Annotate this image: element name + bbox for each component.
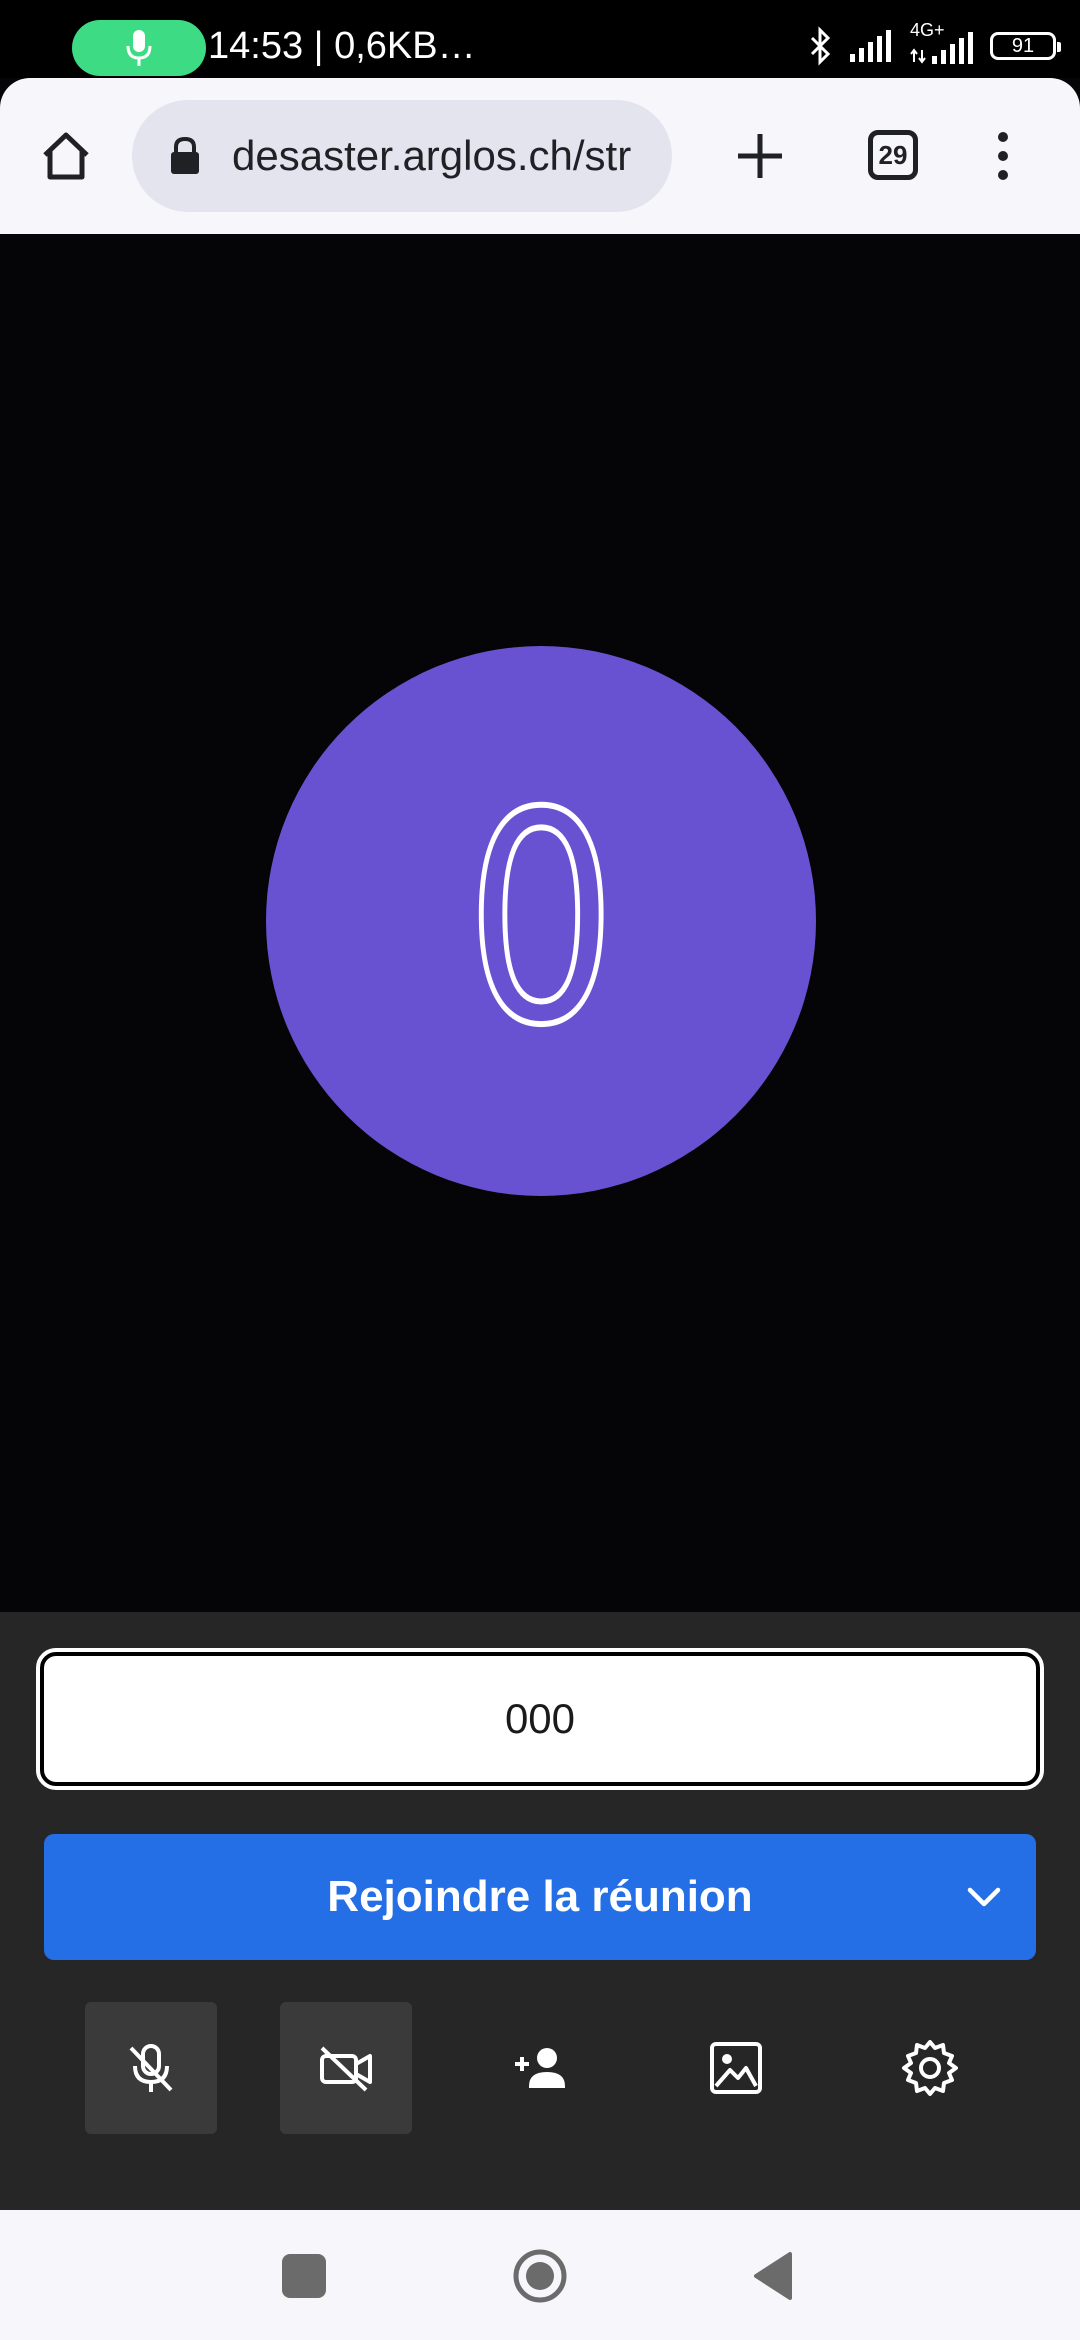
invite-button[interactable] (475, 2002, 607, 2134)
new-tab-button[interactable] (724, 120, 796, 192)
more-menu-button[interactable] (976, 120, 1030, 192)
display-name-input[interactable] (36, 1648, 1044, 1790)
microphone-icon (126, 30, 152, 66)
mic-active-indicator[interactable] (72, 20, 206, 76)
avatar: 0 (266, 646, 816, 1196)
settings-button[interactable] (864, 2002, 996, 2134)
join-meeting-button[interactable]: Rejoindre la réunion (44, 1834, 1036, 1960)
join-meeting-label: Rejoindre la réunion (327, 1872, 753, 1921)
prejoin-panel: Rejoindre la réunion (0, 1612, 1080, 2210)
tab-switcher-button[interactable]: 29 (868, 130, 918, 180)
image-icon (710, 2042, 762, 2094)
browser-toolbar: desaster.arglos.ch/str 29 (0, 78, 1080, 234)
plus-icon (738, 134, 782, 178)
chevron-down-icon[interactable] (962, 1875, 1006, 1919)
signal-icon (850, 30, 891, 62)
status-bar: 14:53 | 0,6KB… 4G+ 91 (0, 0, 1080, 78)
back-nav-button[interactable] (752, 2250, 794, 2302)
signal-4g-icon: 4G+ (910, 20, 976, 66)
video-preview: 0 (0, 234, 1080, 1612)
battery-icon: 91 (990, 32, 1061, 60)
home-icon (43, 132, 89, 180)
video-off-icon (320, 2046, 372, 2092)
url-text: desaster.arglos.ch/str (232, 132, 632, 179)
more-vert-icon (998, 132, 1008, 180)
camera-toggle-button[interactable] (280, 2002, 412, 2134)
lock-icon (171, 136, 199, 174)
status-icons: 4G+ 91 (808, 20, 1061, 70)
system-navigation-bar (0, 2210, 1080, 2340)
recent-apps-button[interactable] (282, 2254, 326, 2298)
address-bar[interactable]: desaster.arglos.ch/str (132, 100, 672, 212)
gear-icon (902, 2040, 958, 2096)
status-time: 14:53 | 0,6KB… (208, 25, 476, 67)
home-nav-button[interactable] (512, 2248, 568, 2304)
bluetooth-icon (810, 26, 831, 66)
person-add-icon (515, 2048, 565, 2088)
mic-toggle-button[interactable] (85, 2002, 217, 2134)
avatar-initial: 0 (463, 752, 619, 1089)
home-button[interactable] (30, 120, 102, 192)
mic-off-icon (129, 2044, 173, 2092)
background-button[interactable] (670, 2002, 802, 2134)
